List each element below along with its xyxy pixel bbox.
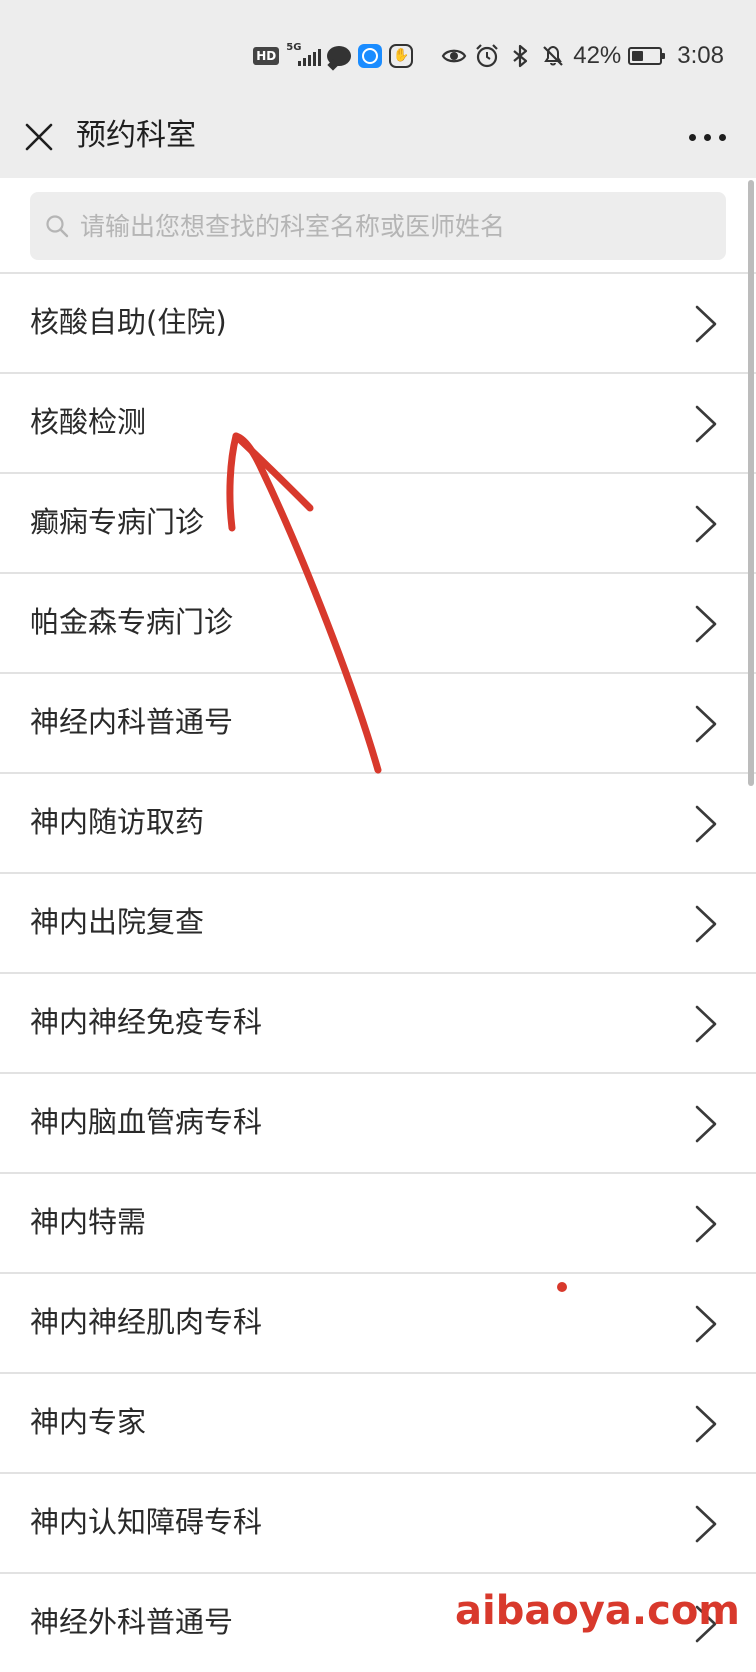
department-label: 神经外科普通号 bbox=[30, 1605, 234, 1639]
chevron-right-icon bbox=[695, 1305, 717, 1343]
department-item[interactable]: 神内特需 bbox=[0, 1172, 756, 1272]
clock: 3:08 bbox=[677, 42, 724, 69]
department-label: 神内专家 bbox=[30, 1405, 147, 1439]
chevron-right-icon bbox=[695, 1105, 717, 1143]
department-item[interactable]: 神内脑血管病专科 bbox=[0, 1072, 756, 1172]
department-item[interactable]: 神内专家 bbox=[0, 1372, 756, 1472]
department-item[interactable]: 核酸检测 bbox=[0, 372, 756, 472]
watermark: aibaoya.com bbox=[455, 1588, 740, 1634]
department-label: 神经内科普通号 bbox=[30, 705, 234, 739]
department-label: 神内神经免疫专科 bbox=[30, 1005, 263, 1039]
annotation-dot bbox=[557, 1282, 567, 1292]
department-item[interactable]: 神内神经肌肉专科 bbox=[0, 1272, 756, 1372]
app-notification-icon bbox=[358, 44, 383, 68]
department-item[interactable]: 神内随访取药 bbox=[0, 772, 756, 872]
department-label: 神内特需 bbox=[30, 1205, 147, 1239]
alarm-icon bbox=[476, 44, 499, 68]
status-icons: HD 5G ✋ 42% 3:08 bbox=[253, 38, 724, 74]
chat-notification-icon bbox=[327, 46, 352, 66]
scrollbar[interactable] bbox=[748, 180, 754, 786]
department-list: 核酸自助(住院) 核酸检测 癫痫专病门诊 帕金森专病门诊 神经内科普通号 神内随访取药 神内… bbox=[0, 272, 756, 1672]
search-input[interactable] bbox=[78, 210, 702, 242]
top-area: HD 5G ✋ 42% 3:08 预约科室 bbox=[0, 0, 756, 178]
chevron-right-icon bbox=[695, 1405, 717, 1443]
department-label: 癫痫专病门诊 bbox=[30, 505, 205, 539]
department-label: 神内神经肌肉专科 bbox=[30, 1305, 263, 1339]
battery-icon bbox=[628, 47, 666, 65]
hd-indicator: HD bbox=[253, 47, 280, 65]
chevron-right-icon bbox=[695, 605, 717, 643]
chevron-right-icon bbox=[695, 1005, 717, 1043]
bluetooth-icon bbox=[513, 44, 528, 68]
search-icon bbox=[46, 215, 69, 238]
chevron-right-icon bbox=[695, 1505, 717, 1543]
hand-icon: ✋ bbox=[389, 44, 414, 68]
chevron-right-icon bbox=[695, 305, 717, 343]
department-label: 神内随访取药 bbox=[30, 805, 205, 839]
battery-percent: 42% bbox=[573, 42, 622, 69]
chevron-right-icon bbox=[695, 505, 717, 543]
department-item[interactable]: 神经内科普通号 bbox=[0, 672, 756, 772]
page-title: 预约科室 bbox=[76, 118, 196, 153]
close-icon[interactable] bbox=[24, 122, 54, 152]
mute-icon bbox=[543, 45, 564, 66]
department-label: 核酸检测 bbox=[30, 405, 147, 439]
department-label: 神内认知障碍专科 bbox=[30, 1505, 263, 1539]
status-bar: HD 5G ✋ 42% 3:08 bbox=[0, 0, 756, 104]
eye-icon bbox=[441, 49, 467, 63]
chevron-right-icon bbox=[695, 805, 717, 843]
department-label: 神内出院复查 bbox=[30, 905, 205, 939]
department-label: 神内脑血管病专科 bbox=[30, 1105, 263, 1139]
chevron-right-icon bbox=[695, 1205, 717, 1243]
nav-bar: 预约科室 bbox=[0, 104, 756, 178]
chevron-right-icon bbox=[695, 405, 717, 443]
chevron-right-icon bbox=[695, 705, 717, 743]
chevron-right-icon bbox=[695, 905, 717, 943]
department-item[interactable]: 神内神经免疫专科 bbox=[0, 972, 756, 1072]
department-item[interactable]: 神内认知障碍专科 bbox=[0, 1472, 756, 1572]
department-item[interactable]: 帕金森专病门诊 bbox=[0, 572, 756, 672]
more-menu-icon[interactable] bbox=[689, 134, 726, 141]
search-bar[interactable] bbox=[30, 192, 726, 260]
department-item[interactable]: 癫痫专病门诊 bbox=[0, 472, 756, 572]
department-label: 核酸自助(住院) bbox=[30, 305, 227, 339]
department-item[interactable]: 神内出院复查 bbox=[0, 872, 756, 972]
department-item[interactable]: 核酸自助(住院) bbox=[0, 272, 756, 372]
department-label: 帕金森专病门诊 bbox=[30, 605, 234, 639]
signal-icon: 5G bbox=[286, 42, 322, 70]
